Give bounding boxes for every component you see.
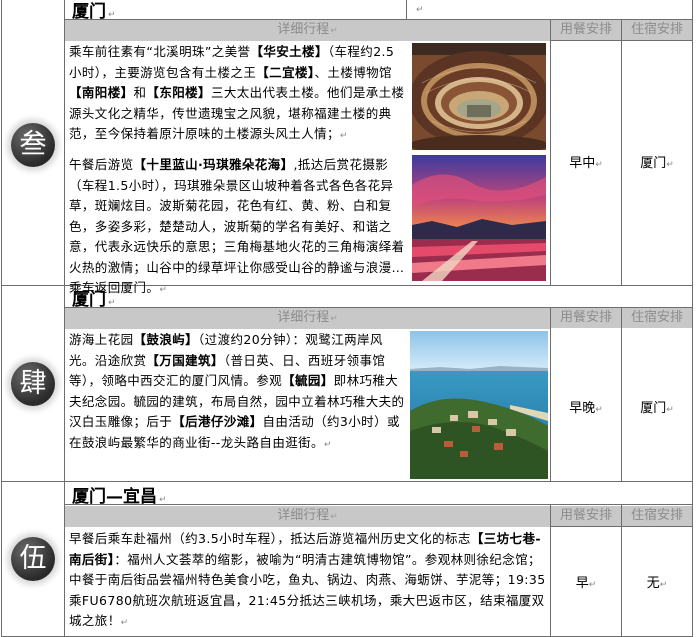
lodging-value: 无↵	[646, 576, 668, 591]
highlight-text: 【二宜楼】	[256, 64, 315, 80]
day-title: 厦门—宜昌 ↵	[72, 487, 167, 507]
highlight-text: 【华安土楼】	[250, 44, 328, 59]
paragraph-mark: ↵	[108, 10, 116, 20]
day-title: 厦门 ↵	[72, 2, 116, 22]
highlight-text: 【东阳楼】	[146, 85, 211, 100]
body-text: 游海上花园	[69, 332, 134, 347]
paragraph-mark: ↵	[159, 285, 168, 295]
grid-right-border	[692, 0, 693, 637]
body-text: 和	[133, 85, 147, 100]
meal-header: 用餐安排	[551, 506, 621, 526]
body-text: 乘车前往素有“北溪明珠”之美誉	[69, 44, 251, 59]
highlight-text: 【鼓浪屿】	[133, 332, 199, 347]
meal-value: 早↵	[575, 576, 597, 591]
lodging-header: 住宿安排	[622, 308, 692, 328]
detail-header: 详细行程↵	[65, 20, 550, 41]
day-5-paragraph-1: 早餐后乘车赴福州（约3.5小时车程），抵达后游览福州历史文化的标志【三坊七巷-南…	[69, 529, 550, 634]
day-3-paragraph-2: 午餐后游览【十里蓝山·玛琪雅朵花海】,抵达后赏花摄影（车程1.5小时），玛琪雅朵…	[69, 155, 407, 301]
highlight-text: 【十里蓝山·玛琪雅朵花海】	[133, 157, 294, 172]
lodging-header: 住宿安排	[622, 20, 692, 40]
meal-header: 用餐安排	[551, 20, 621, 40]
flower-sea-photo	[412, 155, 546, 281]
detail-header: 详细行程↵	[65, 506, 550, 527]
body-text: ：福州人文荟萃的缩影，被喻为“明清古建筑博物馆”。参观林则徐纪念馆；中餐于南后街…	[69, 551, 546, 629]
paragraph-mark: ↵	[159, 495, 167, 505]
day-title: 厦门 ↵	[72, 290, 116, 310]
body-text: 午餐后游览	[69, 157, 134, 172]
gulangyu-photo	[410, 331, 548, 479]
highlight-text: 【万国建筑】	[146, 352, 224, 368]
detail-header: 详细行程↵	[65, 308, 550, 329]
day-numeral-badge: 叁	[11, 123, 55, 167]
meal-value: 早中↵	[569, 156, 603, 171]
grid-lodging-divider	[621, 307, 622, 481]
paragraph-mark: ↵	[339, 131, 348, 141]
day-numeral-badge: 伍	[11, 537, 55, 581]
paragraph-mark: ↵	[120, 618, 129, 628]
body-text: 、土楼博物馆	[314, 64, 392, 80]
paragraph-mark: ↵	[108, 298, 116, 308]
highlight-text: 【南阳楼】	[69, 85, 134, 100]
day-3-paragraph-1: 乘车前往素有“北溪明珠”之美誉【华安土楼】（车程约2.5小时），主要游览包含有土…	[69, 42, 407, 147]
lodging-value: 厦门↵	[640, 156, 674, 171]
highlight-text: 【后港仔沙滩】	[172, 414, 263, 429]
day-4-paragraph-1: 游海上花园【鼓浪屿】（过渡约20分钟）：观鹭江两岸风光。沿途欣赏【万国建筑】（普…	[69, 330, 407, 455]
paragraph-mark: ↵	[416, 5, 424, 15]
grid-photo-divider	[406, 0, 407, 20]
body-text: 早餐后乘车赴福州（约3.5小时车程），抵达后游览福州历史文化的标志	[69, 531, 471, 546]
grid-left-border	[1, 0, 2, 637]
grid-meal-divider	[550, 307, 551, 481]
body-text: ,抵达后赏花摄影（车程1.5小时），玛琪雅朵景区山坡种着各式各色各花异草，斑斓炫…	[69, 157, 405, 295]
meal-header: 用餐安排	[551, 308, 621, 328]
lodging-value: 厦门↵	[640, 401, 674, 416]
tulou-photo	[412, 43, 546, 150]
day-numeral-badge: 肆	[11, 362, 55, 406]
paragraph-mark: ↵	[323, 439, 332, 450]
lodging-header: 住宿安排	[622, 506, 692, 526]
meal-value: 早晚↵	[569, 401, 603, 416]
highlight-text: 【毓园】	[282, 373, 334, 388]
